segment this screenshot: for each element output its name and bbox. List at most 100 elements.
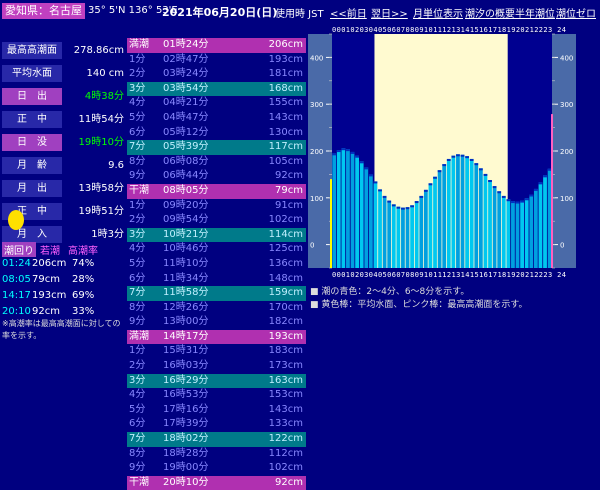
tide-table-row: 8分 06時08分 105cm bbox=[127, 154, 306, 170]
tide-zero-link[interactable]: 潮位ゼロ bbox=[556, 5, 596, 20]
row-height: 117cm bbox=[268, 141, 303, 153]
tide-time: 14:17 bbox=[2, 290, 31, 301]
row-phase: 3分 bbox=[129, 82, 146, 94]
row-height: 79cm bbox=[275, 184, 303, 196]
row-time: 13時00分 bbox=[163, 316, 209, 328]
row-time: 15時31分 bbox=[163, 345, 209, 357]
row-time: 01時24分 bbox=[163, 39, 209, 50]
y-tick-label: 100 bbox=[560, 195, 573, 203]
row-phase: 8分 bbox=[129, 301, 146, 313]
tide-bar bbox=[387, 200, 392, 268]
row-phase: 1分 bbox=[129, 199, 146, 211]
monthly-view-link[interactable]: 月単位表示 bbox=[413, 5, 463, 20]
row-phase: 4分 bbox=[129, 389, 146, 401]
tide-table-row: 6分 11時34分 148cm bbox=[127, 271, 306, 287]
tide-table-row: 3分 10時21分 114cm bbox=[127, 227, 306, 243]
info-label: 正 中 bbox=[2, 111, 62, 128]
info-label: 最高高潮面 bbox=[2, 42, 62, 59]
tide-bar-top bbox=[524, 198, 529, 201]
row-phase: 9分 bbox=[129, 316, 146, 328]
tide-bar bbox=[529, 194, 534, 268]
tide-bar bbox=[423, 189, 428, 268]
row-height: 92cm bbox=[275, 170, 303, 182]
row-time: 16時03分 bbox=[163, 360, 209, 372]
tide-bar-top bbox=[350, 151, 355, 154]
row-phase: 2分 bbox=[129, 360, 146, 372]
info-row: 最高高潮面 278.86cm bbox=[2, 42, 124, 60]
info-value: 1時3分 bbox=[91, 229, 124, 240]
row-time: 06時44分 bbox=[163, 170, 209, 182]
tide-table-row: 5分 11時10分 136cm bbox=[127, 256, 306, 272]
info-row: 月 出 13時58分 bbox=[2, 180, 124, 198]
row-phase: 6分 bbox=[129, 126, 146, 138]
info-row: 日 没 19時10分 bbox=[2, 134, 124, 152]
tide-bar bbox=[382, 195, 387, 268]
high-low-row: 08:05 79cm 28% bbox=[2, 273, 124, 289]
row-height: 143cm bbox=[268, 111, 303, 123]
tide-overview-link[interactable]: 潮汐の概要 bbox=[465, 5, 515, 20]
row-phase: 3分 bbox=[129, 374, 146, 386]
high-low-summary: 潮回り 若潮 高潮率 01:24 206cm 74% 08:05 79cm 28% 14:1… bbox=[2, 242, 124, 321]
tide-bar-top bbox=[391, 204, 396, 207]
y-tick-label: 200 bbox=[560, 148, 573, 156]
row-height: 206cm bbox=[268, 39, 303, 50]
row-height: 153cm bbox=[268, 389, 303, 401]
tide-bar bbox=[336, 150, 341, 268]
row-phase: 9分 bbox=[129, 170, 146, 182]
tide-bar bbox=[359, 161, 364, 268]
y-tick-label: 400 bbox=[560, 54, 573, 62]
y-tick-label: 300 bbox=[310, 101, 323, 109]
row-time: 08時05分 bbox=[163, 184, 209, 196]
row-height: 193cm bbox=[268, 53, 303, 65]
tide-bar bbox=[460, 154, 465, 268]
tide-table-row: 4分 04時21分 155cm bbox=[127, 96, 306, 111]
tide-bar-top bbox=[533, 188, 538, 191]
row-height: 91cm bbox=[275, 199, 303, 211]
tide-table-row: 1分 02時47分 193cm bbox=[127, 52, 306, 68]
tide-bar-top bbox=[410, 205, 414, 208]
tide-bar bbox=[341, 148, 346, 268]
next-day-link[interactable]: 翌日>> bbox=[371, 5, 408, 20]
tide-bar bbox=[506, 199, 511, 268]
tide-bar bbox=[511, 201, 515, 268]
row-height: 114cm bbox=[268, 228, 303, 240]
tide-bar bbox=[474, 163, 479, 268]
tide-table-row: 6分 05時12分 130cm bbox=[127, 125, 306, 141]
tide-chart: 400 400 300 300 200 200 100 100 0 0 00010203040506… bbox=[308, 22, 576, 280]
prev-day-link[interactable]: <<前日 bbox=[330, 5, 367, 20]
tide-bar-top bbox=[469, 158, 474, 161]
info-row: 月 齢 9.6 bbox=[2, 157, 124, 175]
tide-bar bbox=[465, 156, 469, 268]
info-row: 日 出 4時38分 bbox=[2, 88, 124, 106]
date-label: 2021年06月20日(日) bbox=[162, 6, 278, 19]
row-time: 04時21分 bbox=[163, 97, 209, 109]
half-year-tide-link[interactable]: 半年潮位 bbox=[515, 5, 555, 20]
tide-type-header: 若潮 bbox=[40, 246, 60, 257]
high-low-row: 01:24 206cm 74% bbox=[2, 257, 124, 273]
info-value: 4時38分 bbox=[84, 91, 124, 102]
y-tick-label: 100 bbox=[310, 195, 323, 203]
info-value: 19時10分 bbox=[78, 137, 124, 148]
tide-bar bbox=[492, 186, 497, 268]
tide-bar-top bbox=[506, 199, 511, 202]
tide-time: 01:24 bbox=[2, 258, 31, 269]
tide-table-row: 1分 09時20分 91cm bbox=[127, 198, 306, 214]
row-phase: 満潮 bbox=[129, 330, 149, 342]
max-level-bar bbox=[551, 114, 553, 268]
row-time: 10時46分 bbox=[163, 243, 209, 255]
tide-bar-top bbox=[451, 155, 456, 158]
tide-bar-top bbox=[368, 174, 373, 177]
tide-rate: 33% bbox=[72, 306, 95, 317]
row-height: 155cm bbox=[268, 97, 303, 109]
tide-bar bbox=[428, 183, 433, 268]
row-time: 03時54分 bbox=[163, 82, 209, 94]
info-value: 19時51分 bbox=[78, 206, 124, 217]
row-time: 02時47分 bbox=[163, 53, 209, 65]
tide-table-row: 7分 18時02分 122cm bbox=[127, 432, 306, 447]
row-height: 112cm bbox=[268, 447, 303, 459]
tide-bar bbox=[478, 168, 483, 268]
row-height: 159cm bbox=[268, 287, 303, 299]
row-time: 04時47分 bbox=[163, 111, 209, 123]
row-height: 193cm bbox=[268, 330, 303, 342]
tide-table-row: 9分 13時00分 182cm bbox=[127, 315, 306, 330]
